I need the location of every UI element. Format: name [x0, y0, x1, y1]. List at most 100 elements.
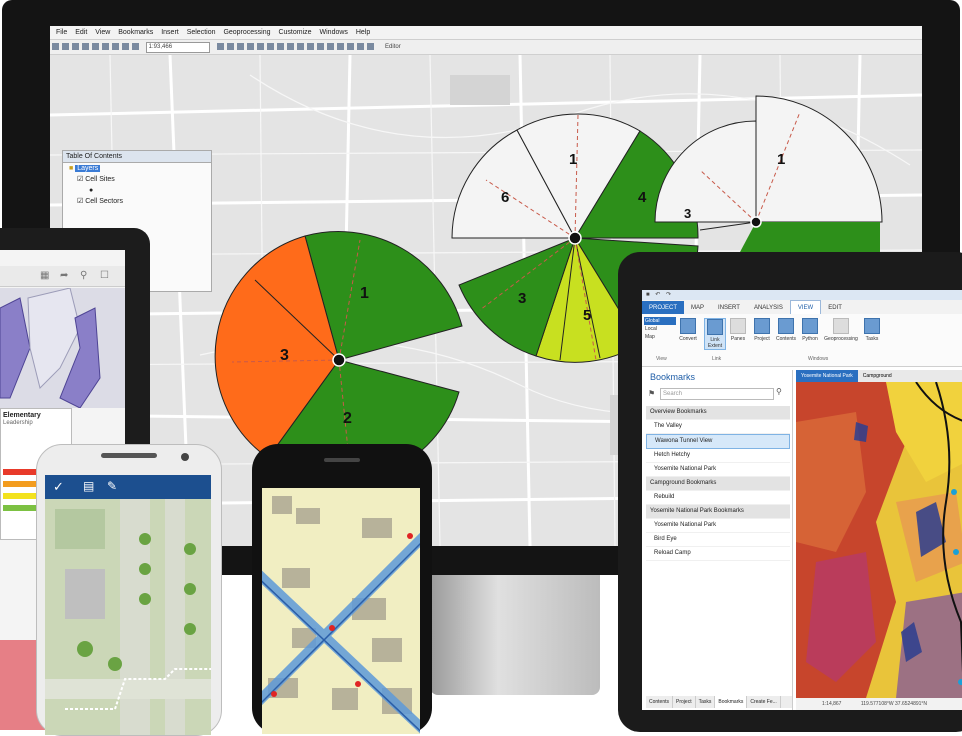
edit-icon[interactable]: ✎	[107, 479, 117, 493]
tasks-icon	[864, 318, 880, 334]
map-view-tabs: Yosemite National Park Campground	[796, 370, 962, 382]
python-icon	[802, 318, 818, 334]
layers-icon[interactable]: ▦	[40, 270, 49, 281]
python-button[interactable]: Python	[800, 318, 820, 342]
geology-terrain	[796, 382, 962, 698]
search-icon[interactable]: ⚲	[776, 387, 782, 396]
geoprocessing-button[interactable]: Geoprocessing	[824, 318, 858, 342]
pane-tab-create-features[interactable]: Create Fe...	[747, 696, 781, 708]
redo-icon[interactable]: ↷	[666, 292, 671, 298]
popup-subtitle: Leadership	[3, 420, 33, 426]
undo-icon[interactable]: ↶	[655, 292, 660, 298]
panes-icon	[730, 318, 746, 334]
sector-label: 4	[638, 189, 647, 206]
pane-tab-contents[interactable]: Contents	[646, 696, 674, 708]
tablet-map[interactable]	[0, 287, 125, 409]
collector-map[interactable]	[45, 499, 211, 735]
global-button[interactable]: Global	[644, 317, 676, 325]
bookmark-group-header[interactable]: Overview Bookmarks	[646, 406, 790, 420]
check-icon[interactable]: ✓	[53, 479, 64, 495]
search-icon[interactable]: ⚲	[80, 270, 87, 281]
status-coordinates: 119.577108°W 37.6524891°N	[860, 701, 928, 707]
sector-label: 5	[583, 307, 591, 324]
ribbon: Global Local Map Convert Link Extent Pan…	[642, 314, 962, 367]
pane-tab-bookmarks[interactable]: Bookmarks	[715, 696, 748, 708]
bookmark-group-header[interactable]: Yosemite National Park Bookmarks	[646, 505, 790, 519]
tablet-toolbar: ▦ ➦ ⚲ ☐	[0, 266, 125, 287]
python-label: Python	[802, 336, 818, 342]
ribbon-group-windows: Windows	[808, 356, 829, 362]
bookmark-item[interactable]: Hetch Hetchy	[646, 449, 790, 463]
save-icon[interactable]: ■	[646, 292, 650, 298]
pane-tabs: Contents Project Tasks Bookmarks Create Fe..…	[646, 696, 792, 708]
bookmark-item[interactable]: The Valley	[646, 420, 790, 434]
map-tab-yosemite[interactable]: Yosemite National Park	[796, 370, 858, 382]
tab-edit[interactable]: EDIT	[821, 301, 849, 315]
sector-label: 6	[501, 189, 509, 206]
bookmark-group-header[interactable]: Campground Bookmarks	[646, 477, 790, 491]
form-icon[interactable]: ▤	[83, 479, 94, 493]
bookmark-item[interactable]: Wawona Tunnel View	[646, 434, 790, 449]
sector-wedge[interactable]	[740, 222, 880, 252]
utility-network-map	[262, 488, 420, 734]
cell-site-dot[interactable]	[750, 216, 762, 228]
sector-label: 3	[518, 290, 526, 307]
bookmarks-title: Bookmarks	[650, 372, 696, 382]
view-toggle-group: Global Local Map	[644, 317, 676, 341]
popup-title: Elementary	[3, 412, 41, 419]
convert-icon	[680, 318, 696, 334]
share-icon[interactable]: ➦	[60, 270, 68, 281]
sector-label: 2	[343, 410, 352, 427]
aerial-imagery	[45, 499, 211, 735]
monitor-stand	[430, 575, 600, 695]
link-extent-button[interactable]: Link Extent	[704, 318, 726, 350]
right-tablet: ■ ↶ ↷ PROJECT MAP INSERT ANALYSIS VIEW EDIT G…	[618, 252, 962, 732]
convert-button[interactable]: Convert	[678, 318, 698, 342]
quick-access-toolbar: ■ ↶ ↷	[642, 290, 962, 300]
link-extent-icon	[707, 319, 723, 335]
tab-project[interactable]: PROJECT	[642, 301, 685, 315]
geology-map-view[interactable]	[796, 382, 962, 698]
tab-insert[interactable]: INSERT	[711, 301, 747, 315]
phone-camera	[181, 453, 189, 461]
bookmark-item[interactable]: Reload Camp	[646, 547, 790, 561]
phone-speaker	[101, 453, 157, 458]
local-button[interactable]: Local	[644, 325, 676, 333]
cell-site-dot[interactable]	[332, 353, 346, 367]
bookmarks-search-input[interactable]: Search	[660, 388, 774, 400]
sector-label: 1	[360, 285, 369, 302]
contents-button[interactable]: Contents	[776, 318, 796, 342]
map-button[interactable]: Map	[644, 333, 676, 341]
tasks-button[interactable]: Tasks	[862, 318, 882, 342]
bookmark-icon: ⚑	[648, 389, 656, 398]
bookmark-item[interactable]: Bird Eye	[646, 533, 790, 547]
bookmark-item[interactable]: Yosemite National Park	[646, 519, 790, 533]
bookmark-item[interactable]: Rebuild	[646, 491, 790, 505]
iphone-map-screen[interactable]	[262, 488, 420, 734]
map-tab-campground[interactable]: Campground	[858, 370, 897, 382]
cell-site-dot[interactable]	[568, 231, 582, 245]
bookmarks-pane: Bookmarks ⚑ Search ⚲ Overview Bookmarks T…	[646, 370, 793, 710]
panes-button[interactable]: Panes	[728, 318, 748, 342]
project-label: Project	[754, 336, 770, 342]
tab-map[interactable]: MAP	[684, 301, 711, 315]
bookmark-item[interactable]: Yosemite National Park	[646, 463, 790, 477]
iphone	[252, 444, 432, 734]
bookmarks-list: Overview Bookmarks The Valley Wawona Tunne…	[646, 406, 790, 561]
status-scale[interactable]: 1:14,867	[822, 701, 841, 707]
sector-label: 1	[569, 151, 577, 168]
sector-wedge[interactable]	[755, 95, 883, 223]
pane-tab-tasks[interactable]: Tasks	[696, 696, 716, 708]
contents-icon	[778, 318, 794, 334]
project-pane-button[interactable]: Project	[752, 318, 772, 342]
sector-label: 3	[684, 206, 691, 221]
sector-wedge[interactable]	[654, 120, 757, 223]
tasks-label: Tasks	[865, 336, 879, 342]
phone-speaker	[324, 458, 360, 462]
convert-label: Convert	[679, 336, 697, 342]
pane-tab-project[interactable]: Project	[673, 696, 696, 708]
ribbon-tabs: PROJECT MAP INSERT ANALYSIS VIEW EDIT	[642, 300, 962, 315]
tab-view[interactable]: VIEW	[789, 300, 822, 315]
bookmark-icon[interactable]: ☐	[100, 270, 109, 281]
tab-analysis[interactable]: ANALYSIS	[747, 301, 790, 315]
